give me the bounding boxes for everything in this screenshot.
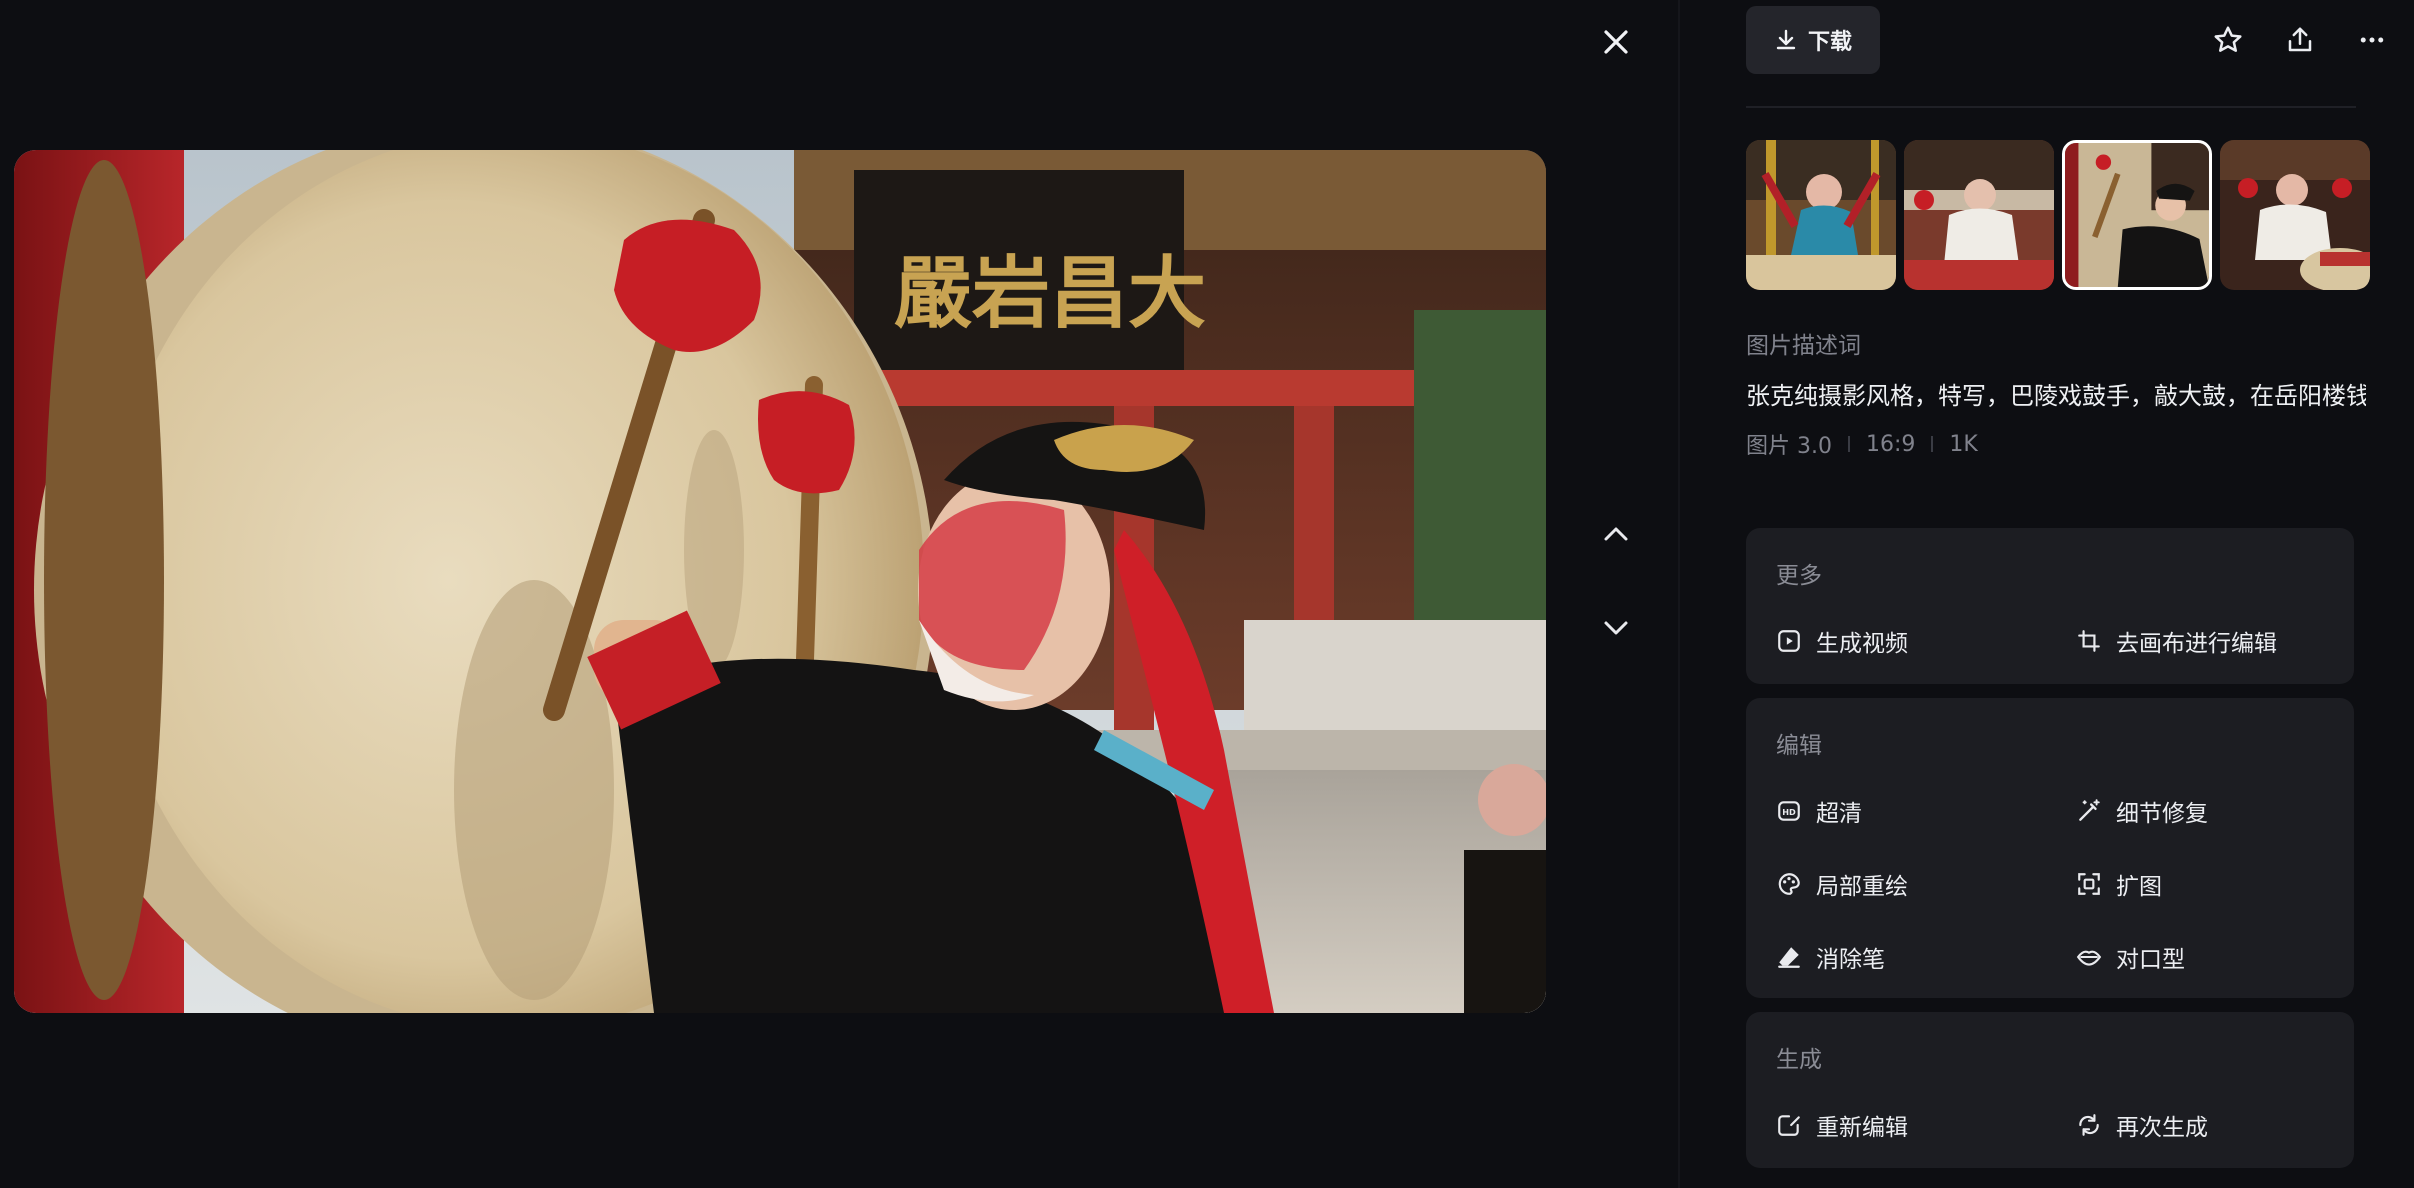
inpaint-button[interactable]: 局部重绘 [1776,867,1908,901]
re-edit-button[interactable]: 重新编辑 [1776,1108,1908,1142]
star-icon [2214,26,2242,52]
play-video-icon [1778,630,1800,652]
detail-repair-button[interactable]: 细节修复 [2076,794,2208,828]
edit-section-title: 编辑 [1776,733,1822,759]
description-text: 张克纯摄影风格，特写，巴陵戏鼓手，敲大鼓，在岳阳楼钱 [1746,382,2366,410]
resolution: 1K [1949,431,1978,457]
edit-section: 编辑 HD 超清 细节修复 局部重绘 扩图 消除笔 对口型 [1746,698,2354,998]
close-icon [1604,30,1628,54]
more-section: 更多 生成视频 去画布进行编辑 [1746,528,2354,684]
next-image-button[interactable] [1592,604,1640,652]
share-button[interactable] [2278,18,2322,62]
more-section-title: 更多 [1776,563,1822,589]
expand-icon [2078,873,2100,895]
main-image: 嚴岩昌大 [14,150,1546,1013]
favorite-button[interactable] [2206,18,2250,62]
detail-repair-label: 细节修复 [2116,801,2208,827]
magic-wand-icon [2079,799,2100,821]
regenerate-button[interactable]: 再次生成 [2076,1108,2208,1142]
re-edit-label: 重新编辑 [1816,1115,1908,1141]
lip-sync-label: 对口型 [2116,947,2185,973]
regenerate-icon [2079,1114,2099,1136]
aspect-ratio: 16:9 [1865,431,1916,457]
download-label: 下载 [1807,30,1852,55]
edit-on-canvas-label: 去画布进行编辑 [2116,631,2277,657]
chevron-up-icon [1604,527,1628,541]
download-icon [1776,29,1796,50]
hd-icon: HD [1778,801,1800,821]
regenerate-label: 再次生成 [2116,1115,2208,1141]
previous-image-button[interactable] [1592,510,1640,558]
download-button[interactable]: 下载 [1746,6,1880,74]
palette-icon [1778,873,1800,895]
outpaint-label: 扩图 [2116,874,2162,900]
more-options-button[interactable] [2350,18,2394,62]
lip-sync-button[interactable]: 对口型 [2076,940,2185,974]
crop-canvas-icon [2078,630,2100,652]
image-viewer: 嚴岩昌大 [0,0,1678,1188]
svg-text:HD: HD [1782,807,1796,817]
upscale-hd-label: 超清 [1816,801,1862,827]
close-button[interactable] [1592,18,1640,66]
upscale-hd-button[interactable]: HD 超清 [1776,794,1862,828]
meta-separator [1931,436,1934,452]
panel-toolbar: 下载 [1746,6,2384,76]
svg-text:嚴岩昌大: 嚴岩昌大 [894,248,1206,339]
toolbar-divider [1746,106,2356,108]
eraser-icon [1778,947,1800,968]
generate-video-button[interactable]: 生成视频 [1776,624,1908,658]
thumbnail-1[interactable] [1746,140,1896,290]
meta-separator [1847,436,1850,452]
edit-on-canvas-button[interactable]: 去画布进行编辑 [2076,624,2277,658]
thumbnail-strip [1746,140,2386,290]
thumbnail-4[interactable] [2220,140,2370,290]
edit-icon [1778,1115,1800,1136]
model-version: 图片 3.0 [1746,434,1832,459]
inpaint-label: 局部重绘 [1816,874,1908,900]
chevron-down-icon [1604,621,1628,635]
more-icon [2360,37,2384,43]
thumbnail-2[interactable] [1904,140,2054,290]
generate-section-title: 生成 [1776,1047,1822,1073]
details-panel: 下载 图片描述词 张克纯摄影风格，特写，巴陵戏鼓手，敲大鼓，在岳阳楼钱 图片 3… [1680,0,2414,1188]
description-label: 图片描述词 [1746,333,1861,359]
thumbnail-3[interactable] [2062,140,2212,290]
generate-section: 生成 重新编辑 再次生成 [1746,1012,2354,1168]
share-icon [2288,27,2312,52]
eraser-label: 消除笔 [1816,947,1885,973]
lips-icon [2076,950,2102,966]
generate-video-label: 生成视频 [1816,631,1908,657]
outpaint-button[interactable]: 扩图 [2076,867,2162,901]
image-meta: 图片 3.0 16:9 1K [1746,428,1978,460]
eraser-button[interactable]: 消除笔 [1776,940,1885,974]
